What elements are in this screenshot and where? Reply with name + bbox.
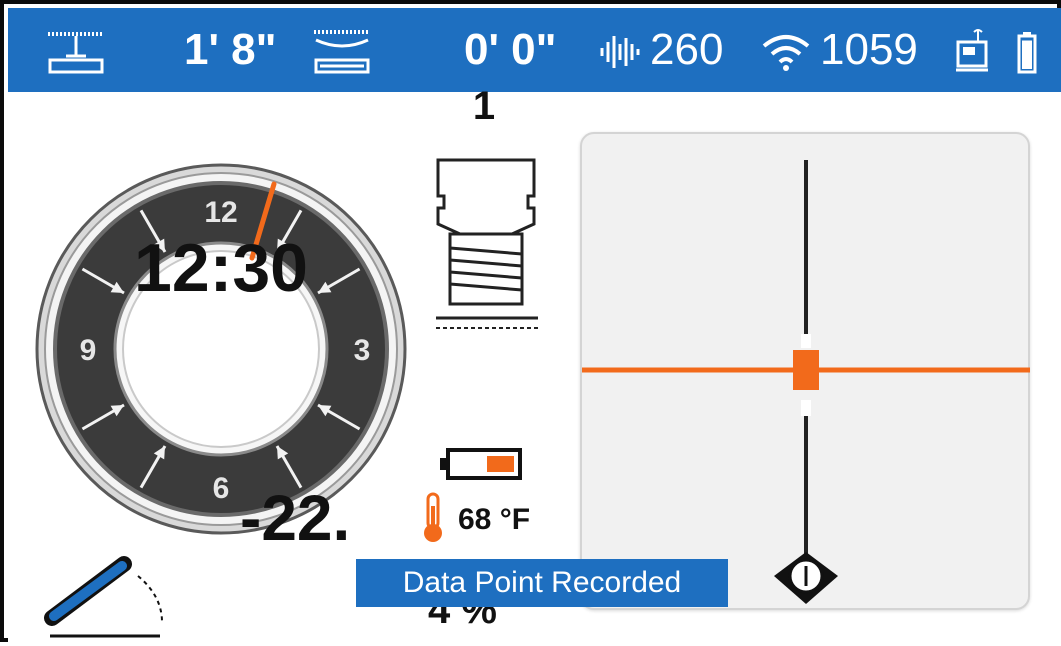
roll-dial: 12 3 6 9	[35, 163, 407, 535]
sonde-battery-icon	[440, 448, 522, 480]
crosshair-center-marker	[793, 350, 819, 390]
locate-crosshair	[582, 160, 1030, 604]
temperature-value: 68 °F	[458, 503, 531, 536]
app-screen: 1' 8" 0' 0" 260 1059 12 3 6 9 12:30 1 68…	[0, 0, 1061, 642]
target-depth-value: 0' 0"	[464, 25, 557, 74]
pitch-icon	[44, 556, 163, 638]
dial-mark-9: 9	[80, 334, 97, 367]
receiver-icon	[956, 29, 988, 72]
signal-value: 260	[650, 25, 724, 74]
dial-mark-6: 6	[213, 472, 230, 505]
wifi-icon	[762, 35, 810, 71]
wifi-value: 1059	[820, 25, 918, 74]
dial-mark-12: 12	[204, 196, 237, 229]
pitch-value: -22.	[240, 482, 351, 554]
sonde-icon	[436, 158, 538, 329]
sonde-number: 1	[472, 84, 496, 128]
signal-icon	[600, 36, 640, 68]
locator-icon	[774, 552, 838, 604]
toast-notification[interactable]: Data Point Recorded	[356, 559, 728, 607]
thermometer-icon	[424, 492, 442, 542]
dial-mark-3: 3	[354, 334, 371, 367]
battery-icon	[1017, 32, 1037, 74]
roll-clock-value: 12:30	[134, 230, 308, 306]
